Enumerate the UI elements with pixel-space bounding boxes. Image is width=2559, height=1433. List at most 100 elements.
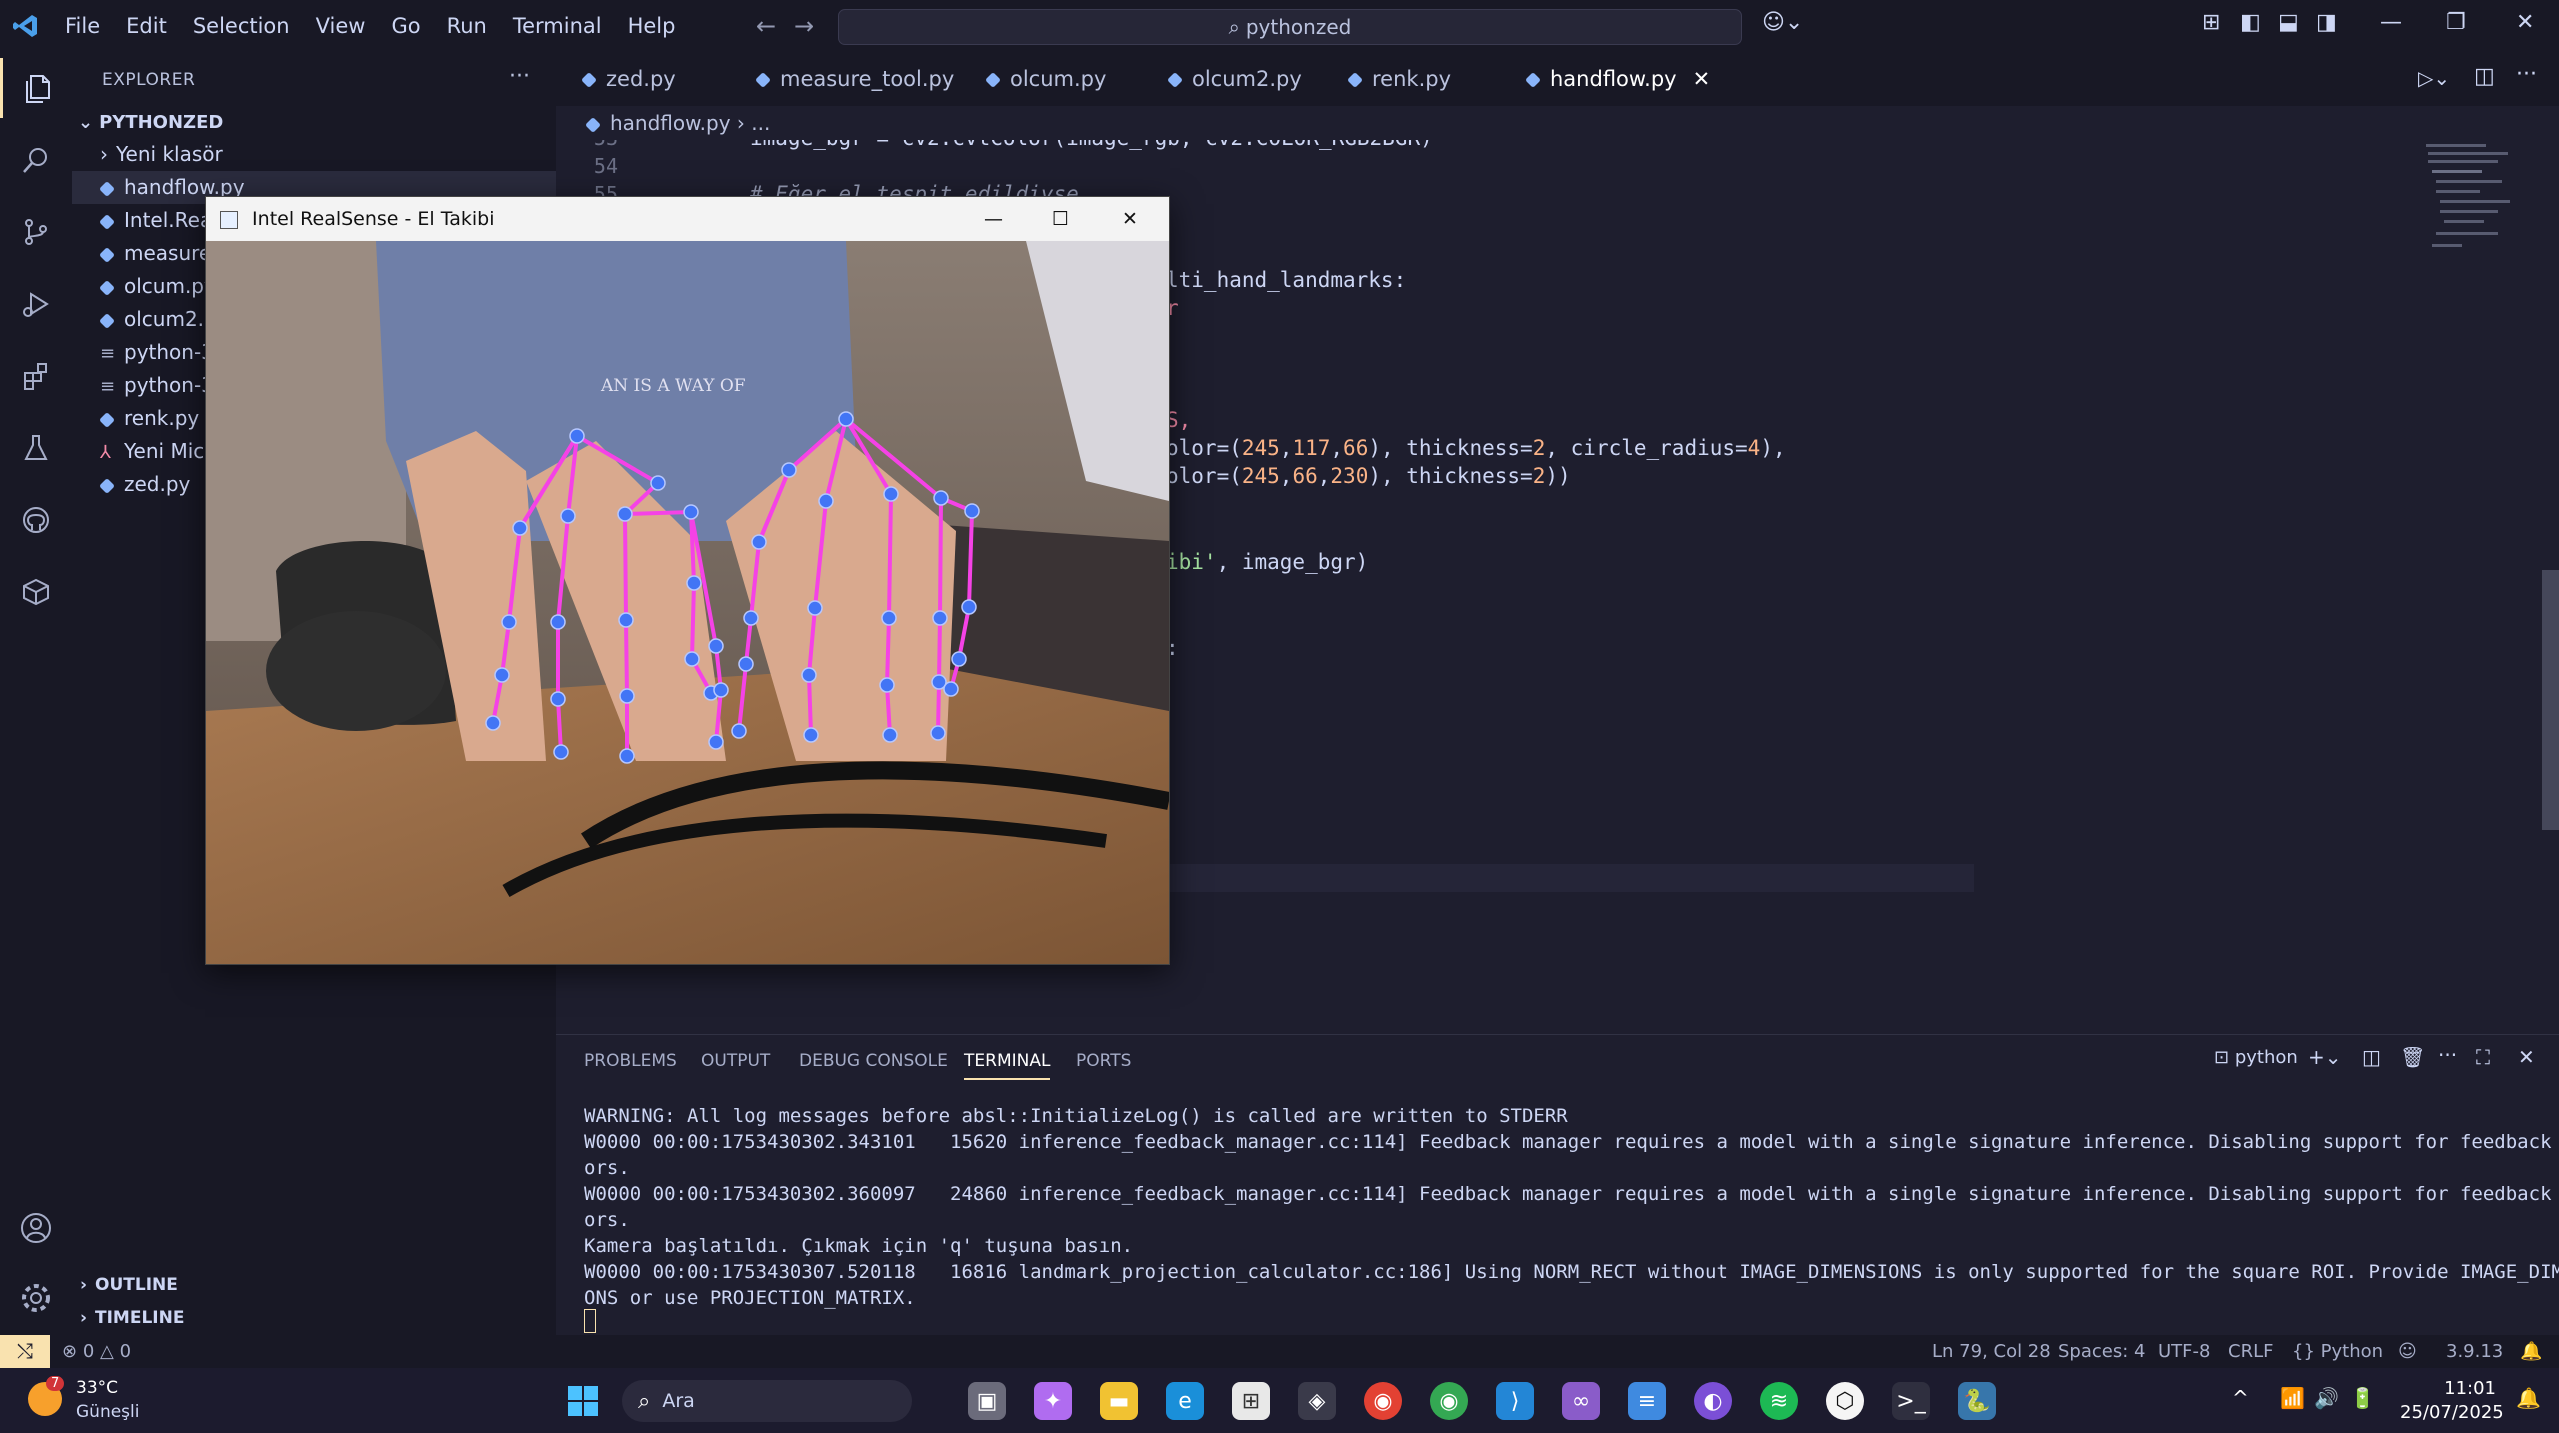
- split-terminal-icon[interactable]: ◫: [2362, 1045, 2381, 1069]
- toggle-sidebar-icon[interactable]: ◧: [2240, 10, 2261, 35]
- window-minimize-icon[interactable]: —: [984, 197, 1003, 241]
- copilot-icon[interactable]: ☺⌄: [1762, 10, 1803, 35]
- app-hex-icon[interactable]: ⬡: [1826, 1382, 1864, 1420]
- tab-problems[interactable]: PROBLEMS: [584, 1051, 677, 1071]
- window-close-icon[interactable]: ✕: [1122, 197, 1138, 241]
- new-terminal-icon[interactable]: +⌄: [2308, 1045, 2342, 1069]
- breadcrumb-more[interactable]: ...: [751, 111, 770, 135]
- tab-output[interactable]: OUTPUT: [701, 1051, 770, 1071]
- clock-date[interactable]: 25/07/2025: [2400, 1402, 2504, 1423]
- kill-terminal-icon[interactable]: 🗑: [2400, 1045, 2425, 1069]
- explorer-icon[interactable]: [0, 58, 75, 118]
- more-actions-icon[interactable]: ···: [509, 64, 530, 89]
- toggle-secondary-sidebar-icon[interactable]: ◨: [2316, 10, 2337, 35]
- restore-icon[interactable]: ❐: [2446, 10, 2466, 35]
- menu-go[interactable]: Go: [378, 0, 433, 52]
- maximize-panel-icon[interactable]: ⛶: [2476, 1045, 2490, 1069]
- file-explorer-icon[interactable]: ▬: [1100, 1382, 1138, 1420]
- editor-scrollbar[interactable]: [2542, 570, 2559, 830]
- line-ending[interactable]: CRLF: [2228, 1341, 2273, 1362]
- github-desktop-icon[interactable]: ◐: [1694, 1382, 1732, 1420]
- menu-file[interactable]: File: [52, 0, 113, 52]
- chevron-up-icon[interactable]: ^: [2232, 1386, 2249, 1410]
- extensions-icon[interactable]: [0, 346, 72, 406]
- menu-view[interactable]: View: [303, 0, 379, 52]
- testing-flask-icon[interactable]: [0, 418, 72, 478]
- tab-terminal[interactable]: TERMINAL: [964, 1051, 1051, 1080]
- tab-olcum2[interactable]: olcum2.py: [1167, 52, 1302, 106]
- source-control-icon[interactable]: [0, 202, 72, 262]
- clock-time[interactable]: 11:01: [2412, 1378, 2496, 1399]
- notifications-bell-icon[interactable]: 🔔: [2520, 1341, 2542, 1362]
- close-icon[interactable]: ✕: [2516, 10, 2534, 35]
- close-panel-icon[interactable]: ✕: [2518, 1045, 2535, 1069]
- more-actions-icon[interactable]: ···: [2516, 62, 2537, 87]
- run-file-icon[interactable]: ▷⌄: [2418, 66, 2450, 90]
- accounts-icon[interactable]: [0, 1198, 72, 1258]
- python-app-icon[interactable]: 🐍: [1958, 1382, 1996, 1420]
- tab-zed[interactable]: zed.py: [581, 52, 676, 106]
- taskbar-search[interactable]: ⌕ Ara: [622, 1380, 912, 1422]
- volume-icon[interactable]: 🔊: [2314, 1386, 2339, 1410]
- breadcrumb-file[interactable]: handflow.py: [610, 111, 731, 135]
- cursor-position[interactable]: Ln 79, Col 28: [1932, 1341, 2051, 1362]
- remote-indicator-icon[interactable]: ⤭: [0, 1335, 50, 1368]
- timeline-section[interactable]: › TIMELINE: [72, 1302, 564, 1335]
- store-icon[interactable]: ⊞: [1232, 1382, 1270, 1420]
- customize-layout-icon[interactable]: ⊞: [2202, 10, 2220, 35]
- folder-header[interactable]: ⌄ PYTHONZED: [72, 106, 562, 139]
- tab-olcum[interactable]: olcum.py: [985, 52, 1106, 106]
- tree-item-folder[interactable]: › Yeni klasör: [72, 138, 584, 171]
- tab-debug-console[interactable]: DEBUG CONSOLE: [799, 1051, 948, 1071]
- menu-selection[interactable]: Selection: [180, 0, 303, 52]
- camera-window-titlebar[interactable]: Intel RealSense - El Takibi — ☐ ✕: [206, 197, 1169, 241]
- vscode-taskbar-icon[interactable]: ⟩: [1496, 1382, 1534, 1420]
- copilot-status-icon[interactable]: ☺: [2398, 1341, 2417, 1362]
- settings-gear-icon[interactable]: [0, 1268, 72, 1328]
- camera-window[interactable]: Intel RealSense - El Takibi — ☐ ✕ AN IS …: [205, 196, 1170, 965]
- notifications-bell-icon[interactable]: 🔔: [2516, 1386, 2541, 1410]
- spotify-icon[interactable]: ≋: [1760, 1382, 1798, 1420]
- encoding[interactable]: UTF-8: [2158, 1341, 2210, 1362]
- task-view-icon[interactable]: ▣: [968, 1382, 1006, 1420]
- tab-renk[interactable]: renk.py: [1347, 52, 1451, 106]
- visual-studio-icon[interactable]: ∞: [1562, 1382, 1600, 1420]
- containers-icon[interactable]: [0, 562, 72, 622]
- window-maximize-icon[interactable]: ☐: [1052, 197, 1069, 241]
- edge-browser-icon[interactable]: e: [1166, 1382, 1204, 1420]
- github-icon[interactable]: [0, 490, 72, 550]
- tab-ports[interactable]: PORTS: [1076, 1051, 1131, 1071]
- toggle-panel-icon[interactable]: ⬓: [2278, 10, 2299, 35]
- windows-start-icon[interactable]: [564, 1382, 602, 1420]
- indentation[interactable]: Spaces: 4: [2058, 1341, 2145, 1362]
- python-version[interactable]: 3.9.13: [2446, 1341, 2503, 1362]
- command-center-search[interactable]: ⌕ pythonzed: [838, 9, 1742, 45]
- forward-arrow-icon[interactable]: →: [794, 12, 814, 40]
- run-debug-icon[interactable]: [0, 274, 72, 334]
- more-actions-icon[interactable]: ···: [2438, 1043, 2457, 1067]
- minimap[interactable]: [2424, 140, 2534, 340]
- tab-measure-tool[interactable]: measure_tool.py: [755, 52, 954, 106]
- search-icon[interactable]: [0, 130, 72, 190]
- menu-terminal[interactable]: Terminal: [500, 0, 615, 52]
- tab-handflow[interactable]: handflow.py ✕: [1525, 52, 1733, 109]
- chrome-icon[interactable]: ◉: [1364, 1382, 1402, 1420]
- minimize-icon[interactable]: —: [2380, 10, 2402, 35]
- split-editor-icon[interactable]: ◫: [2474, 64, 2495, 89]
- unity-icon[interactable]: ◈: [1298, 1382, 1336, 1420]
- chrome-profile-icon[interactable]: ◉: [1430, 1382, 1468, 1420]
- language-mode[interactable]: {} Python: [2292, 1341, 2383, 1362]
- terminal-instance[interactable]: ⊡ python: [2214, 1047, 2298, 1068]
- menu-run[interactable]: Run: [434, 0, 500, 52]
- menu-help[interactable]: Help: [615, 0, 689, 52]
- problems-count[interactable]: ⊗ 0 △ 0: [62, 1341, 131, 1362]
- weather-desc[interactable]: Güneşli: [76, 1402, 139, 1422]
- tab-close-icon[interactable]: ✕: [1693, 67, 1711, 91]
- weather-temp[interactable]: 33°C: [76, 1378, 118, 1398]
- back-arrow-icon[interactable]: ←: [756, 12, 776, 40]
- terminal-app-icon[interactable]: >_: [1892, 1382, 1930, 1420]
- notepad-icon[interactable]: ≡: [1628, 1382, 1666, 1420]
- outline-section[interactable]: › OUTLINE: [72, 1269, 564, 1302]
- wifi-icon[interactable]: 📶: [2280, 1386, 2305, 1410]
- menu-edit[interactable]: Edit: [113, 0, 180, 52]
